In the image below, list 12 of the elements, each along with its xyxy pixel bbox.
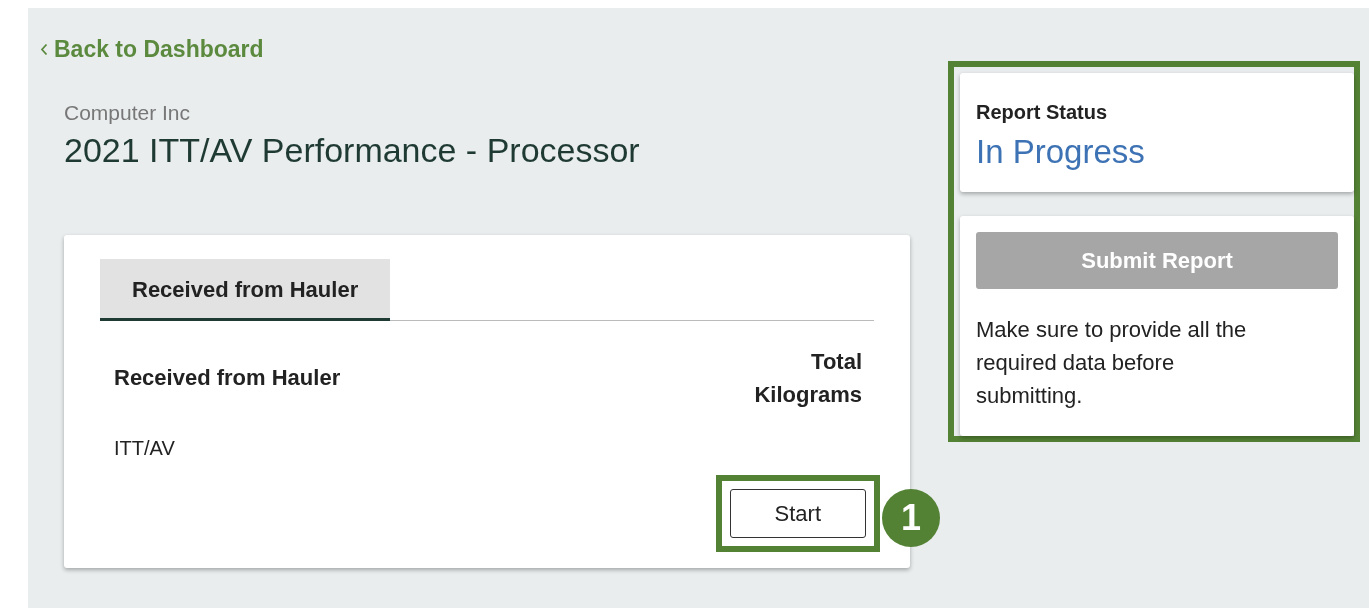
company-name: Computer Inc <box>64 99 191 126</box>
help-text: Make sure to provide all the required data before submitting. <box>976 316 1248 411</box>
start-button[interactable]: Start <box>729 488 866 538</box>
tab[interactable]: Received from Hauler <box>100 258 391 321</box>
column-header: Total Kilograms <box>753 347 862 409</box>
step-badge: 1 <box>882 488 940 547</box>
status-label: Report Status <box>976 99 1109 125</box>
chevron-left-icon <box>40 42 48 56</box>
page-title: 2021 ITT/AV Performance - Processor <box>64 130 640 171</box>
column-header: Received from Hauler <box>114 364 341 393</box>
status-value: In Progress <box>976 131 1146 172</box>
table-cell-text: ITT/AV <box>114 435 176 461</box>
